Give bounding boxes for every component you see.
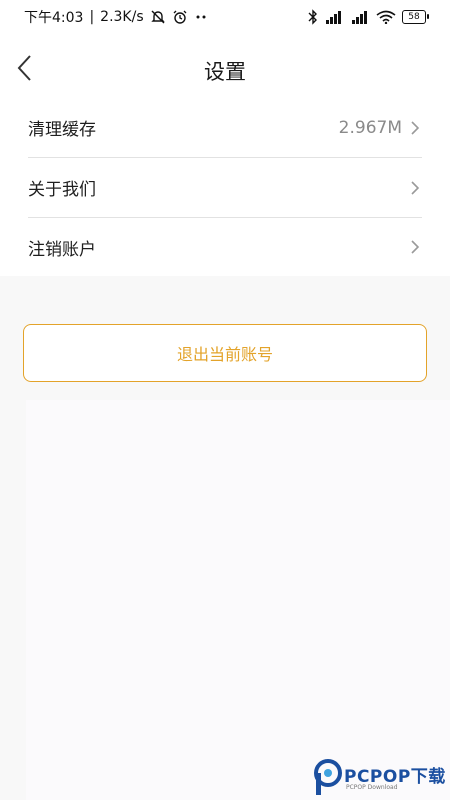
signal-hd-icon-2 — [350, 10, 370, 24]
status-divider: | — [89, 9, 95, 25]
settings-item-about-us[interactable]: 关于我们 — [28, 158, 422, 218]
mute-icon — [150, 9, 166, 25]
status-time: 下午4:03 — [24, 10, 84, 26]
wifi-icon — [376, 10, 396, 24]
alarm-icon — [172, 9, 188, 25]
more-notifications-icon — [194, 13, 208, 21]
nav-bar: 设置 — [0, 34, 450, 104]
page-title: 设置 — [204, 60, 246, 84]
logout-button[interactable]: 退出当前账号 — [23, 324, 427, 382]
watermark-sub: PCPOP Download — [346, 784, 398, 791]
chevron-right-icon — [410, 120, 420, 136]
battery-icon: 58 — [402, 10, 429, 24]
settings-item-delete-account[interactable]: 注销账户 — [28, 218, 422, 276]
status-left: 下午4:03 | 2.3K/s — [24, 7, 208, 27]
status-right: 58 — [308, 9, 429, 25]
settings-item-label: 注销账户 — [28, 239, 96, 260]
settings-item-clear-cache[interactable]: 清理缓存 2.967M — [28, 98, 422, 158]
settings-item-label: 清理缓存 — [28, 120, 96, 140]
settings-item-right — [410, 180, 422, 196]
pcpop-logo-icon — [314, 759, 342, 795]
signal-hd-icon — [324, 10, 344, 24]
watermark: PCPOP下载 PCPOP Download — [312, 758, 448, 798]
status-network-speed: 2.3K/s — [100, 9, 144, 25]
content-panel — [26, 400, 450, 800]
chevron-right-icon — [410, 239, 420, 255]
settings-item-label: 关于我们 — [28, 180, 96, 200]
settings-item-right: 2.967M — [339, 118, 422, 138]
chevron-right-icon — [410, 180, 420, 196]
settings-item-right — [410, 239, 422, 255]
cache-size-value: 2.967M — [338, 117, 402, 138]
bluetooth-icon — [308, 9, 318, 25]
status-bar: 下午4:03 | 2.3K/s 58 — [0, 0, 450, 34]
settings-list: 清理缓存 2.967M 关于我们 注销账户 — [0, 98, 450, 276]
